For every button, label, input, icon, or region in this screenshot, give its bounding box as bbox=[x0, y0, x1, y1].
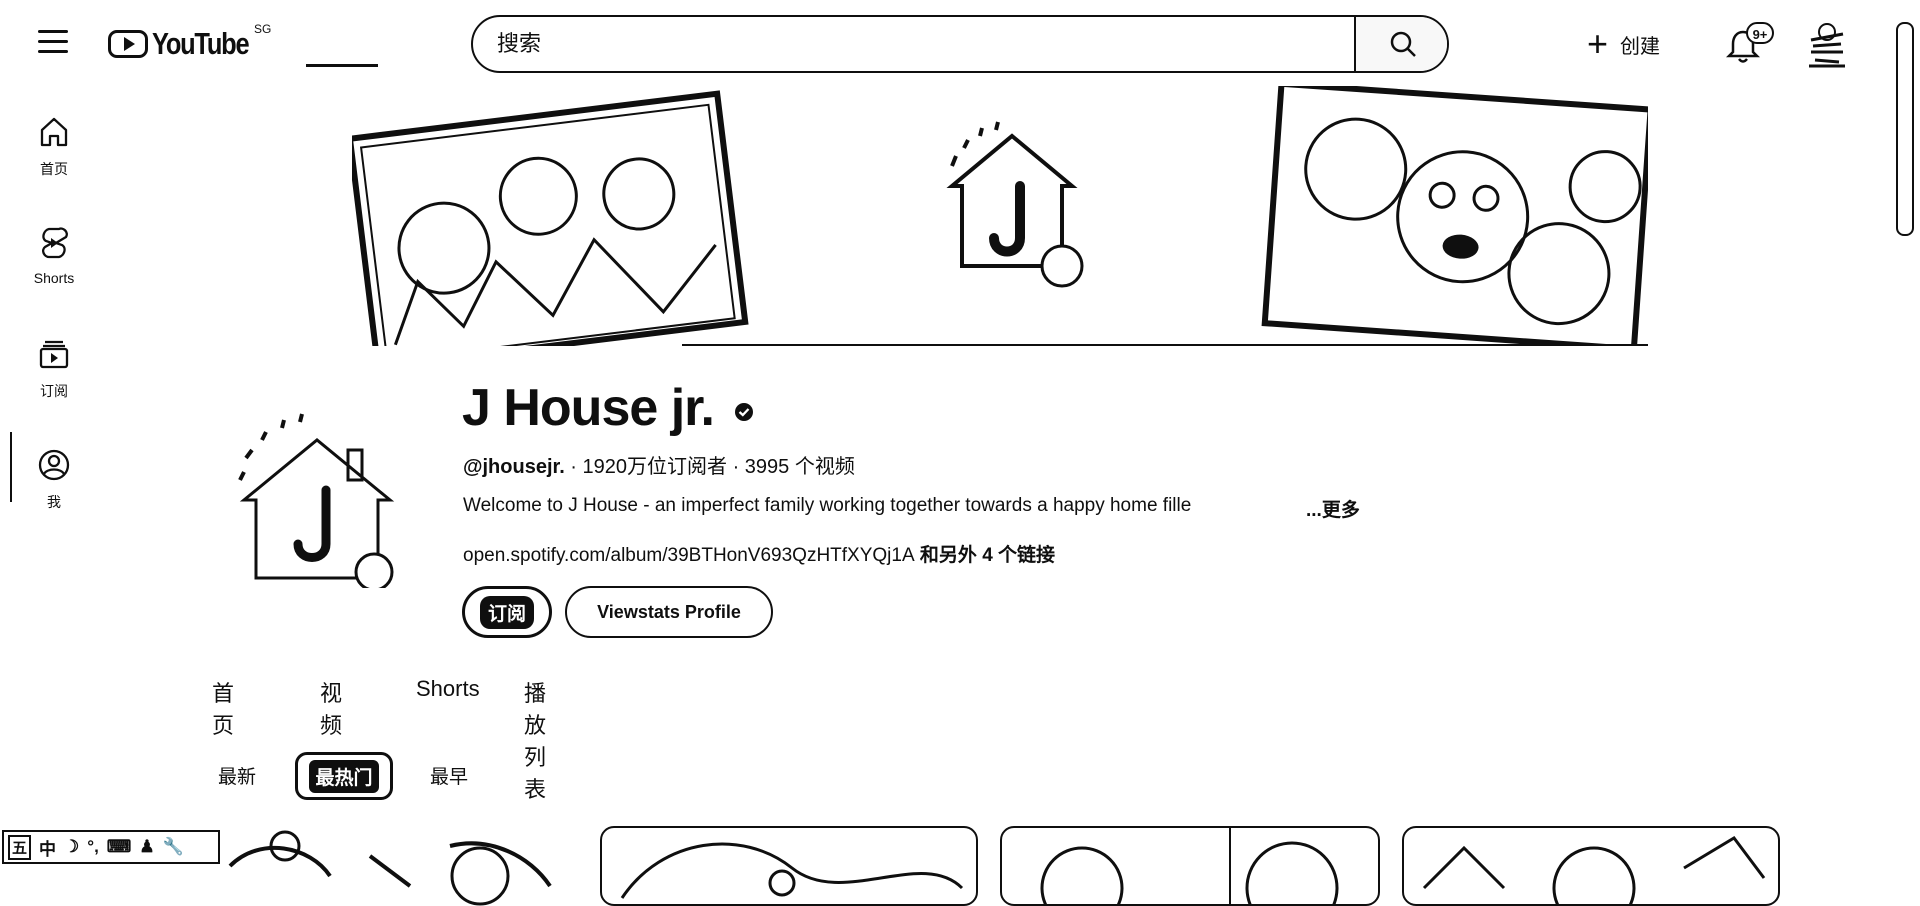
search-button[interactable] bbox=[1354, 17, 1447, 71]
channel-description[interactable]: Welcome to J House - an imperfect family… bbox=[463, 495, 1283, 517]
thumbnail-image bbox=[1040, 828, 1339, 904]
subscribe-label: 订阅 bbox=[479, 595, 534, 629]
link-extra: 和另外 4 个链接 bbox=[914, 545, 1056, 566]
thumbnail-image bbox=[620, 842, 964, 899]
video-thumbnail[interactable] bbox=[190, 826, 578, 906]
sidebar-item-you[interactable]: 我 bbox=[0, 433, 108, 544]
create-button[interactable]: + 创建 bbox=[1587, 24, 1660, 64]
text-cursor-icon bbox=[10, 432, 12, 502]
logo-text: YouTube bbox=[152, 26, 250, 61]
sidebar-item-label: 订阅 bbox=[40, 383, 68, 399]
channel-banner bbox=[352, 86, 1648, 346]
shorts-icon bbox=[42, 227, 68, 259]
video-thumbnail[interactable] bbox=[1000, 826, 1380, 906]
chip-popular-label: 最热门 bbox=[309, 759, 379, 793]
tab-shorts[interactable]: Shorts bbox=[416, 676, 480, 702]
ime-punctuation-icon[interactable]: °, bbox=[87, 837, 99, 857]
chip-oldest[interactable]: 最早 bbox=[430, 762, 468, 789]
channel-handle: @jhousejr. bbox=[463, 456, 565, 478]
ime-tools-icon[interactable]: 🔧 bbox=[163, 837, 184, 857]
link-url: open.spotify.com/album/39BTHonV693QzHTfX… bbox=[463, 545, 915, 566]
active-tab-indicator bbox=[306, 64, 378, 67]
youtube-logo[interactable]: YouTube bbox=[108, 26, 270, 62]
sidebar-item-shorts[interactable]: Shorts bbox=[0, 211, 108, 322]
home-icon bbox=[40, 117, 68, 147]
verified-badge-icon bbox=[735, 403, 753, 421]
thumbnail-image bbox=[228, 830, 552, 906]
sidebar: 首页 Shorts 订阅 我 bbox=[0, 100, 108, 544]
tab-playlists[interactable]: 播放列表 bbox=[524, 676, 546, 804]
you-icon bbox=[38, 449, 70, 481]
ime-skin-icon[interactable]: ♟ bbox=[139, 837, 154, 857]
subscriptions-icon bbox=[39, 340, 69, 369]
viewstats-profile-button[interactable]: Viewstats Profile bbox=[565, 586, 773, 638]
channel-meta: @jhousejr. · 1920万位订阅者 · 3995 个视频 bbox=[463, 450, 855, 479]
chip-latest[interactable]: 最新 bbox=[218, 762, 256, 789]
plus-icon: + bbox=[1587, 23, 1609, 64]
channel-stats: · 1920万位订阅者 · 3995 个视频 bbox=[564, 456, 855, 478]
video-thumbnail[interactable] bbox=[1402, 826, 1780, 906]
search-icon bbox=[1390, 31, 1416, 57]
ime-language-button[interactable]: 中 bbox=[39, 835, 56, 860]
sidebar-item-label: 首页 bbox=[40, 161, 68, 177]
more-link[interactable]: ...更多 bbox=[1306, 495, 1360, 522]
ime-toolbar: 五 中 ☽ °, ⌨ ♟ 🔧 bbox=[2, 830, 220, 864]
subscribe-button[interactable]: 订阅 bbox=[462, 586, 552, 638]
tab-home[interactable]: 首页 bbox=[212, 676, 234, 740]
top-bar: YouTube SG + 创建 9+ bbox=[0, 0, 1920, 86]
channel-link[interactable]: open.spotify.com/album/39BTHonV693QzHTfX… bbox=[463, 540, 1055, 567]
create-label: 创建 bbox=[1620, 35, 1661, 58]
tab-videos[interactable]: 视频 bbox=[320, 676, 342, 740]
video-thumbnail[interactable] bbox=[600, 826, 978, 906]
ime-mode-button[interactable]: 五 bbox=[8, 834, 32, 860]
thumbnail-image bbox=[1422, 836, 1766, 904]
sidebar-item-label: Shorts bbox=[33, 270, 75, 286]
account-avatar[interactable] bbox=[1805, 20, 1849, 68]
ime-keyboard-icon[interactable]: ⌨ bbox=[107, 837, 132, 857]
chip-popular[interactable]: 最热门 bbox=[295, 752, 393, 800]
sidebar-item-home[interactable]: 首页 bbox=[0, 100, 108, 211]
sidebar-item-subscriptions[interactable]: 订阅 bbox=[0, 322, 108, 433]
play-logo-icon bbox=[108, 30, 148, 58]
menu-icon[interactable] bbox=[38, 30, 68, 54]
region-code: SG bbox=[254, 22, 272, 36]
channel-avatar[interactable] bbox=[230, 410, 408, 588]
channel-name: J House jr. bbox=[462, 379, 715, 437]
notification-badge: 9+ bbox=[1746, 22, 1774, 44]
page-scrollbar[interactable] bbox=[1896, 22, 1914, 236]
ime-moon-icon[interactable]: ☽ bbox=[64, 837, 79, 857]
sidebar-item-label: 我 bbox=[47, 494, 61, 510]
search-input[interactable] bbox=[473, 17, 1354, 71]
search-box bbox=[471, 15, 1449, 73]
